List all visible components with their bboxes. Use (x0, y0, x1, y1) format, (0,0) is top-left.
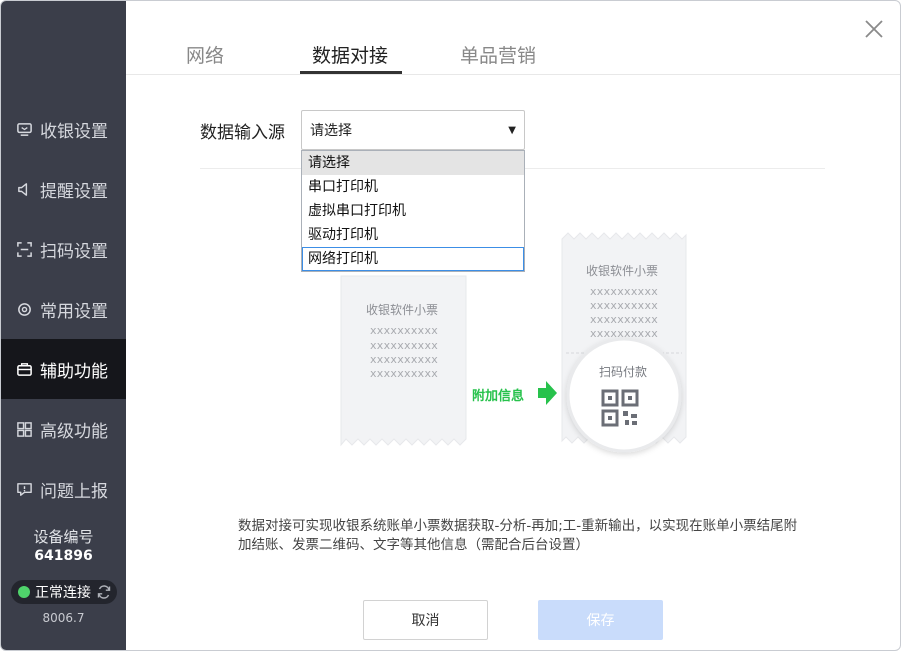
data-source-dropdown: 请选择 串口打印机 虚拟串口打印机 驱动打印机 网络打印机 (301, 150, 525, 272)
status-dot-icon (18, 586, 30, 598)
connection-status-text: 正常连接 (35, 585, 91, 601)
toolbox-icon (15, 360, 33, 378)
arrow-label: 附加信息 (472, 389, 525, 404)
receipt-right-line: xxxxxxxxxx (590, 285, 659, 298)
receipt-right-line: xxxxxxxxxx (590, 327, 659, 340)
cancel-button[interactable]: 取消 (363, 600, 488, 640)
speaker-icon (15, 180, 33, 198)
description-text: 数据对接可实现收银系统账单小票数据获取-分析-再加;工-重新输出，以实现在账单小… (238, 518, 798, 553)
sidebar-item-common-settings[interactable]: 常用设置 (1, 279, 126, 339)
sidebar-item-label: 扫码设置 (40, 241, 108, 262)
receipt-left-line: xxxxxxxxxx (370, 339, 439, 352)
save-button[interactable]: 保存 (538, 600, 663, 640)
sidebar-item-auxiliary-functions[interactable]: 辅助功能 (1, 339, 126, 399)
qr-label: 扫码付款 (599, 365, 648, 379)
scan-icon (15, 240, 33, 258)
connection-status: 正常连接 (11, 580, 117, 604)
sidebar-item-label: 高级功能 (40, 421, 108, 442)
option-virtual-serial-printer[interactable]: 虚拟串口打印机 (302, 199, 524, 223)
sidebar-item-label: 辅助功能 (40, 361, 108, 382)
sidebar-item-cashier-settings[interactable]: 收银设置 (1, 99, 126, 159)
version-text: 8006.7 (42, 611, 85, 625)
sidebar-item-label: 常用设置 (40, 301, 108, 322)
device-number-label: 设备编号 (33, 528, 94, 546)
receipt-left-line: xxxxxxxxxx (370, 353, 439, 366)
sidebar-item-label: 问题上报 (40, 481, 108, 502)
sidebar-item-scan-settings[interactable]: 扫码设置 (1, 219, 126, 279)
option-network-printer[interactable]: 网络打印机 (302, 247, 524, 271)
sidebar: 收银设置 提醒设置 扫码设置 常用设置 辅助功能 高级功能 问题上报 设备编号 … (1, 1, 126, 650)
receipt-right-line: xxxxxxxxxx (590, 299, 659, 312)
receipt-left-line: xxxxxxxxxx (370, 324, 439, 337)
refresh-icon[interactable] (96, 584, 112, 600)
sidebar-item-reminder-settings[interactable]: 提醒设置 (1, 159, 126, 219)
green-arrow-icon (538, 381, 557, 405)
main-panel: 网络 数据对接 单品营销 数据输入源 请选择 ▼ 收银软件小票 xxxxxxxx… (126, 1, 900, 650)
receipt-right-title: 收银软件小票 (586, 264, 659, 278)
receipt-right-line: xxxxxxxxxx (590, 313, 659, 326)
sidebar-item-problem-report[interactable]: 问题上报 (1, 459, 126, 519)
device-number: 641896 (34, 548, 93, 564)
settings-window: 收银设置 提醒设置 扫码设置 常用设置 辅助功能 高级功能 问题上报 设备编号 … (0, 0, 901, 651)
sidebar-item-label: 提醒设置 (40, 181, 108, 202)
cashier-icon (15, 120, 33, 138)
option-please-select[interactable]: 请选择 (302, 151, 524, 175)
sidebar-item-advanced-functions[interactable]: 高级功能 (1, 399, 126, 459)
sidebar-item-label: 收银设置 (40, 121, 108, 142)
receipt-left-line: xxxxxxxxxx (370, 367, 439, 380)
report-icon (15, 480, 33, 498)
option-serial-printer[interactable]: 串口打印机 (302, 175, 524, 199)
gear-icon (15, 300, 33, 318)
option-driver-printer[interactable]: 驱动打印机 (302, 223, 524, 247)
grid-icon (15, 420, 33, 438)
receipt-left-title: 收银软件小票 (366, 303, 439, 317)
